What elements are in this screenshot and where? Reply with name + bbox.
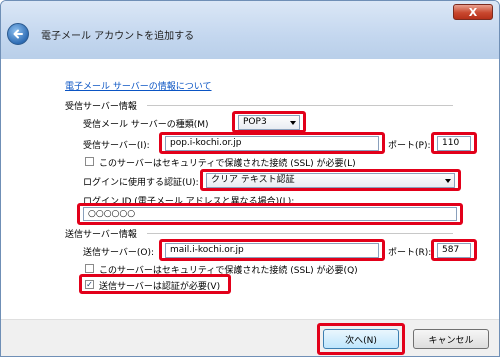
incoming-ssl-label: このサーバーはセキュリティで保護された接続 (SSL) が必要(L)	[99, 159, 356, 169]
outgoing-ssl-checkbox[interactable]	[85, 264, 94, 273]
highlight-next-button	[317, 323, 405, 355]
highlight-login-id	[77, 203, 463, 225]
incoming-ssl-checkbox[interactable]	[85, 157, 94, 166]
incoming-server-type-label: 受信メール サーバーの種類(M)	[83, 120, 209, 130]
outgoing-section-divider	[147, 233, 453, 234]
outgoing-port-label: ポート(R):	[388, 248, 432, 258]
highlight-login-auth	[200, 169, 461, 191]
highlight-auth-required	[79, 274, 231, 294]
dialog-title: 電子メール アカウントを追加する	[41, 31, 195, 42]
cancel-button[interactable]: キャンセル	[413, 329, 489, 349]
back-button[interactable]	[7, 23, 29, 45]
dialog-window: X 電子メール アカウントを追加する 電子メール サーバーの情報について 受信サ…	[0, 0, 500, 357]
incoming-section-title: 受信サーバー情報	[65, 102, 137, 112]
login-auth-label: ログインに使用する認証(U):	[83, 178, 199, 188]
highlight-server-type	[232, 111, 306, 133]
account-settings-form: 電子メール サーバーの情報について 受信サーバー情報 受信メール サーバーの種類…	[5, 59, 495, 319]
highlight-incoming-server	[159, 132, 385, 154]
back-arrow-icon	[13, 29, 23, 39]
outgoing-section-title: 送信サーバー情報	[65, 230, 137, 240]
server-info-help-link[interactable]: 電子メール サーバーの情報について	[65, 79, 212, 92]
highlight-outgoing-port	[431, 239, 477, 261]
highlight-outgoing-server	[159, 239, 385, 261]
highlight-incoming-port	[431, 132, 477, 154]
incoming-port-label: ポート(P):	[388, 141, 431, 151]
outgoing-server-label: 送信サーバー(O):	[83, 248, 155, 258]
close-button[interactable]: X	[453, 4, 493, 20]
title-bar: X 電子メール アカウントを追加する	[1, 1, 499, 59]
close-icon: X	[468, 5, 478, 19]
dialog-footer: 次へ(N) キャンセル	[1, 319, 499, 356]
incoming-section-divider	[147, 105, 453, 106]
incoming-server-label: 受信サーバー(I):	[83, 141, 150, 151]
